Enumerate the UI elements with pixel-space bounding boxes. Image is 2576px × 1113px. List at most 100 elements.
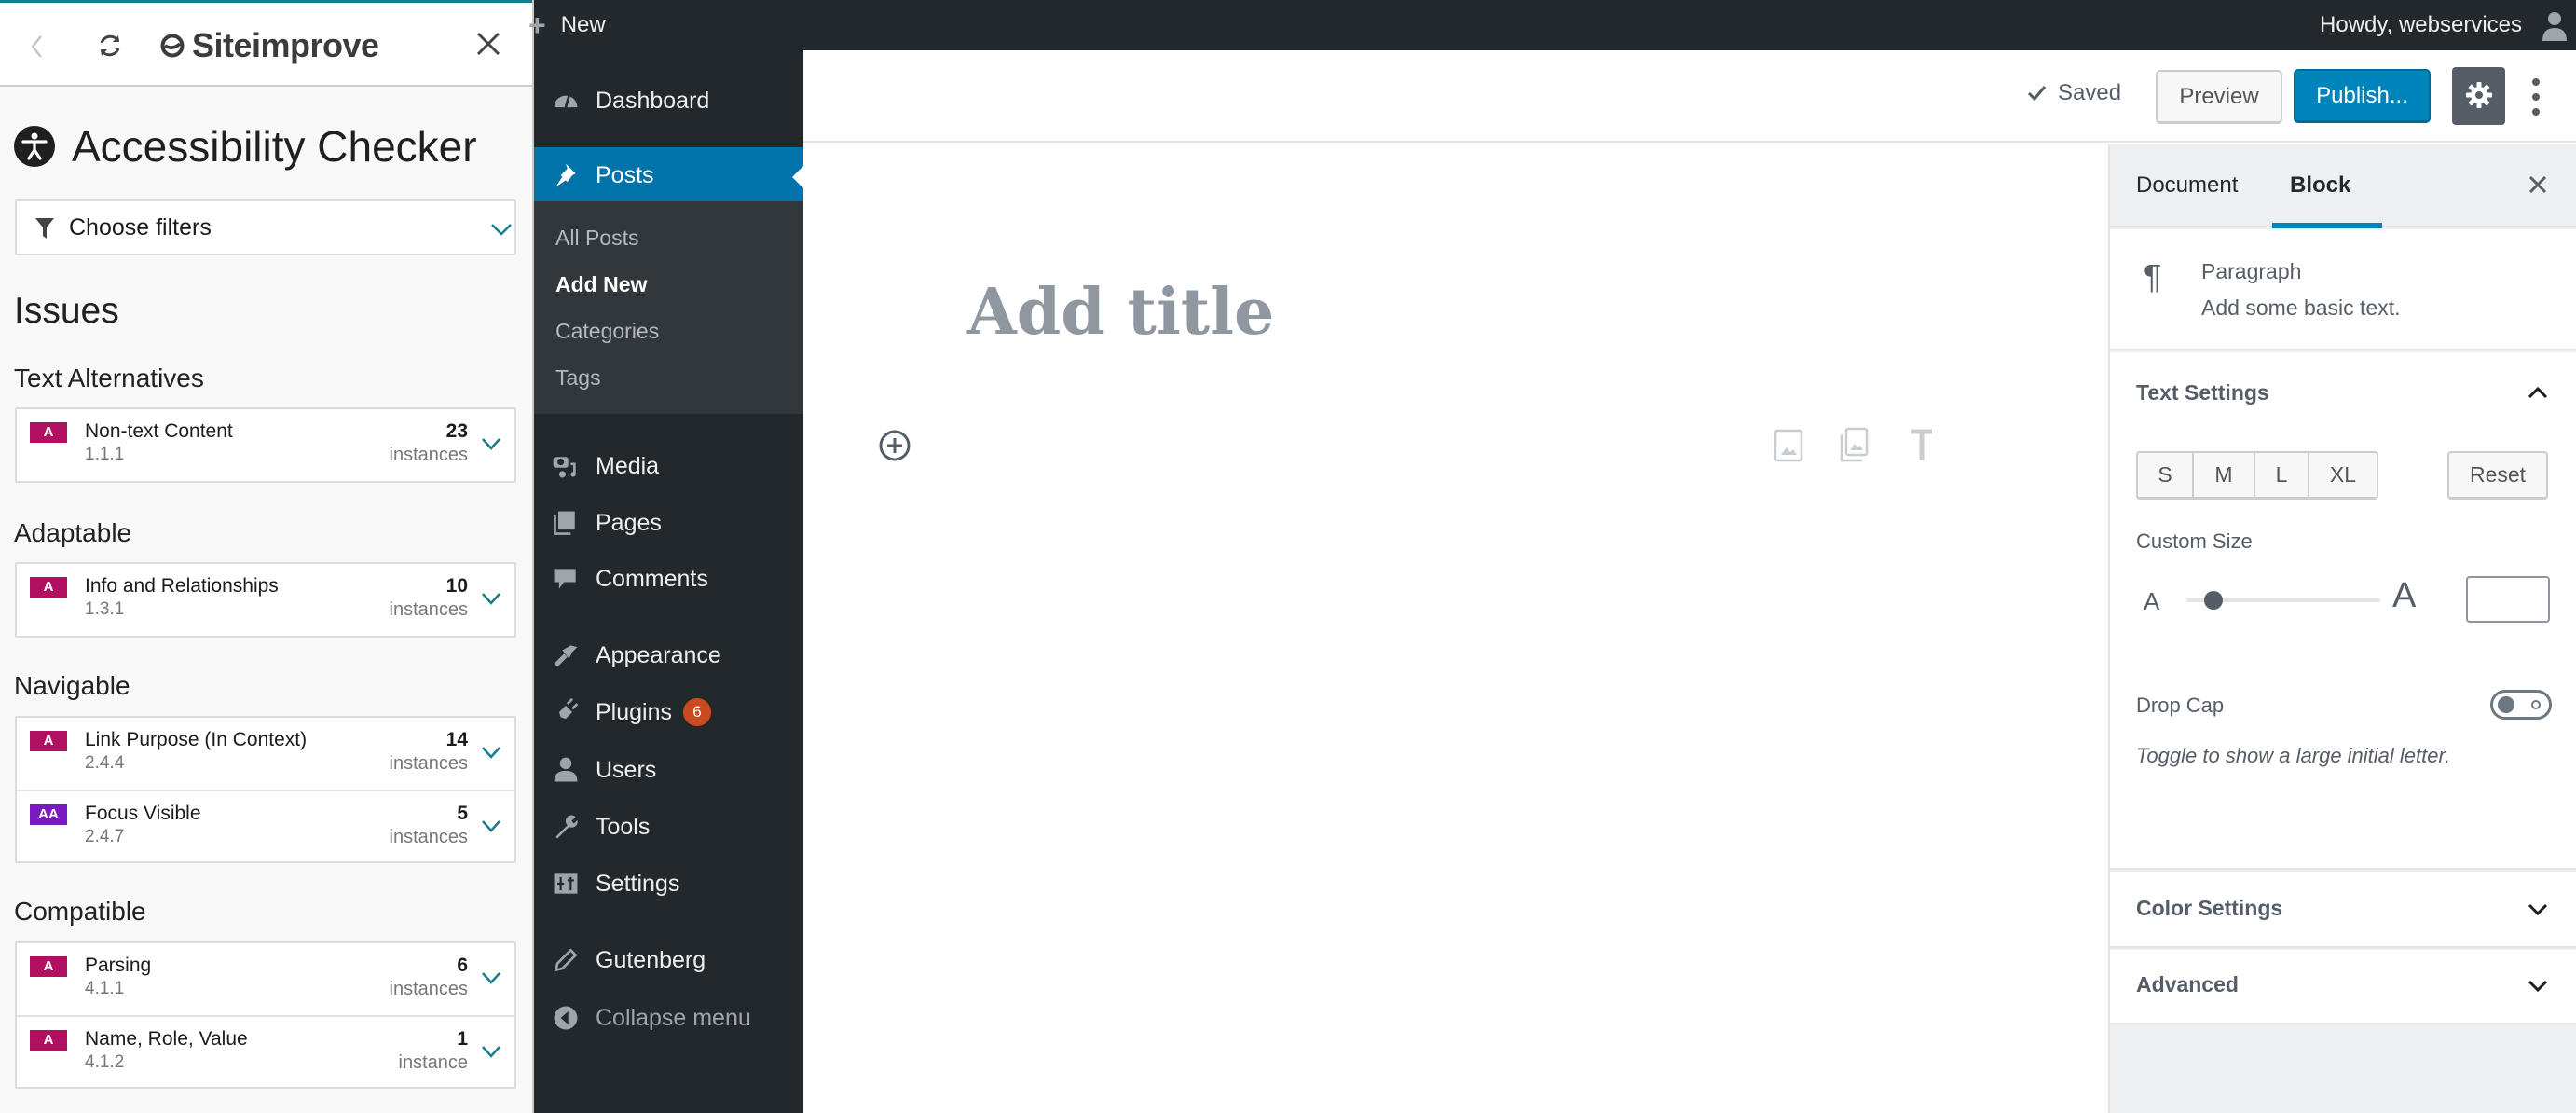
- issue-count: 5: [457, 803, 468, 824]
- back-button[interactable]: [28, 27, 56, 64]
- color-settings-heading[interactable]: Color Settings: [2136, 896, 2282, 921]
- menu-item-gutenberg[interactable]: Gutenberg: [534, 932, 803, 988]
- issue-name: Non-text Content: [85, 420, 233, 442]
- submenu-item-categories[interactable]: Categories: [555, 319, 659, 344]
- menu-item-tools[interactable]: Tools: [534, 799, 803, 855]
- issue-name: Name, Role, Value: [85, 1028, 248, 1050]
- chevron-up-icon[interactable]: [2528, 386, 2548, 399]
- menu-item-label: Gutenberg: [596, 946, 706, 973]
- checkmark-icon: [2027, 86, 2047, 102]
- refresh-icon: [100, 34, 120, 57]
- category-heading: Adaptable: [14, 518, 132, 547]
- level-badge: A: [30, 1030, 67, 1051]
- issue-card: A Non-text Content 1.1.1 23 instances: [15, 407, 516, 483]
- category-heading: Compatible: [14, 897, 146, 926]
- account-menu[interactable]: Howdy, webservices: [2320, 0, 2522, 50]
- reset-button[interactable]: Reset: [2447, 451, 2548, 500]
- submenu-item-add-new[interactable]: Add New: [555, 272, 647, 297]
- issue-card: A Info and Relationships 1.3.1 10 instan…: [15, 562, 516, 638]
- menu-item-pages[interactable]: Pages: [534, 495, 803, 551]
- settings-toggle-button[interactable]: [2452, 67, 2505, 125]
- preview-button[interactable]: Preview: [2156, 70, 2282, 124]
- size-m-button[interactable]: M: [2194, 453, 2255, 497]
- pin-icon: [555, 163, 576, 187]
- block-card: ¶ Paragraph Add some basic text.: [2110, 229, 2576, 350]
- issue-row[interactable]: A Link Purpose (In Context) 2.4.4 14 ins…: [17, 718, 514, 790]
- issue-row[interactable]: A Name, Role, Value 4.1.2 1 instance: [17, 1015, 514, 1087]
- menu-item-collapse-menu[interactable]: Collapse menu: [534, 990, 803, 1046]
- filters-dropdown[interactable]: Choose filters: [15, 199, 516, 255]
- chevron-down-icon[interactable]: [481, 1045, 501, 1058]
- new-content-link[interactable]: + New: [528, 0, 606, 50]
- chevron-down-icon[interactable]: [481, 746, 501, 759]
- issue-count-unit: instances: [389, 979, 469, 999]
- menu-item-appearance[interactable]: Appearance: [534, 627, 803, 683]
- advanced-heading[interactable]: Advanced: [2136, 972, 2239, 997]
- size-l-button[interactable]: L: [2255, 453, 2309, 497]
- issue-row[interactable]: AA Focus Visible 2.4.7 5 instances: [17, 790, 514, 861]
- image-block-icon[interactable]: [1773, 427, 1804, 464]
- issue-count-unit: instances: [389, 599, 469, 620]
- publish-button[interactable]: Publish...: [2294, 69, 2431, 123]
- chevron-down-icon[interactable]: [481, 592, 501, 605]
- menu-item-settings[interactable]: Settings: [534, 856, 803, 912]
- refresh-button[interactable]: [93, 29, 127, 62]
- checker-title-text: Accessibility Checker: [72, 122, 477, 171]
- font-size-slider[interactable]: [2186, 591, 2380, 610]
- size-xl-button[interactable]: XL: [2309, 453, 2377, 497]
- issue-row[interactable]: A Parsing 4.1.1 6 instances: [17, 943, 514, 1015]
- menu-item-label: Users: [596, 756, 657, 783]
- size-s-button[interactable]: S: [2138, 453, 2194, 497]
- color-settings-panel[interactable]: Color Settings: [2110, 872, 2576, 948]
- close-panel-button[interactable]: [473, 29, 503, 59]
- heading-block-icon[interactable]: [1906, 427, 1938, 464]
- dashboard-icon: [554, 95, 578, 108]
- close-icon: [476, 32, 500, 56]
- media-icon: [553, 457, 576, 478]
- more-options-button[interactable]: [2525, 71, 2547, 123]
- accessibility-icon: [14, 126, 55, 167]
- saved-label: Saved: [2058, 80, 2122, 105]
- menu-item-dashboard[interactable]: Dashboard: [534, 73, 803, 129]
- submenu-item-tags[interactable]: Tags: [555, 365, 601, 391]
- menu-item-users[interactable]: Users: [534, 742, 803, 798]
- post-title-input[interactable]: Add title: [967, 275, 1274, 350]
- menu-item-posts[interactable]: Posts: [534, 147, 803, 203]
- chevron-down-icon[interactable]: [481, 971, 501, 984]
- level-badge: A: [30, 956, 67, 977]
- slider-thumb[interactable]: [2203, 591, 2223, 610]
- chevron-left-icon: [31, 35, 42, 58]
- menu-item-label: Posts: [596, 161, 654, 188]
- custom-size-input[interactable]: [2466, 576, 2550, 623]
- close-icon[interactable]: [2528, 174, 2548, 195]
- submenu-item-all-posts[interactable]: All Posts: [555, 226, 638, 251]
- collapse-icon: [554, 1006, 578, 1030]
- brush-icon: [554, 645, 578, 667]
- advanced-panel[interactable]: Advanced: [2110, 950, 2576, 1024]
- menu-item-media[interactable]: Media: [534, 438, 803, 494]
- chevron-down-icon[interactable]: [2528, 980, 2548, 993]
- text-settings-heading[interactable]: Text Settings: [2136, 380, 2269, 405]
- user-avatar-icon[interactable]: [2541, 9, 2569, 41]
- issue-card: A Link Purpose (In Context) 2.4.4 14 ins…: [15, 716, 516, 863]
- chevron-down-icon[interactable]: [481, 819, 501, 832]
- add-block-icon[interactable]: [878, 429, 911, 462]
- saved-indicator: Saved: [2026, 80, 2121, 106]
- issue-name: Parsing: [85, 955, 152, 976]
- custom-size-label: Custom Size: [2136, 529, 2253, 553]
- font-size-picker: S M L XL: [2136, 451, 2378, 500]
- menu-item-comments[interactable]: Comments: [534, 551, 803, 607]
- tab-document[interactable]: Document: [2136, 172, 2238, 199]
- issue-row[interactable]: A Non-text Content 1.1.1 23 instances: [17, 409, 514, 481]
- tab-block[interactable]: Block: [2290, 172, 2350, 199]
- chevron-down-icon[interactable]: [481, 437, 501, 450]
- gallery-block-icon[interactable]: [1838, 427, 1870, 464]
- issue-code: 2.4.7: [85, 827, 125, 846]
- menu-item-plugins[interactable]: Plugins 6: [534, 684, 803, 740]
- editor-canvas: Add title: [803, 144, 2108, 1113]
- issue-code: 2.4.4: [85, 753, 125, 773]
- drop-cap-toggle[interactable]: [2490, 690, 2552, 720]
- issue-row[interactable]: A Info and Relationships 1.3.1 10 instan…: [17, 564, 514, 636]
- chevron-down-icon[interactable]: [2528, 903, 2548, 916]
- plug-icon: [555, 697, 579, 722]
